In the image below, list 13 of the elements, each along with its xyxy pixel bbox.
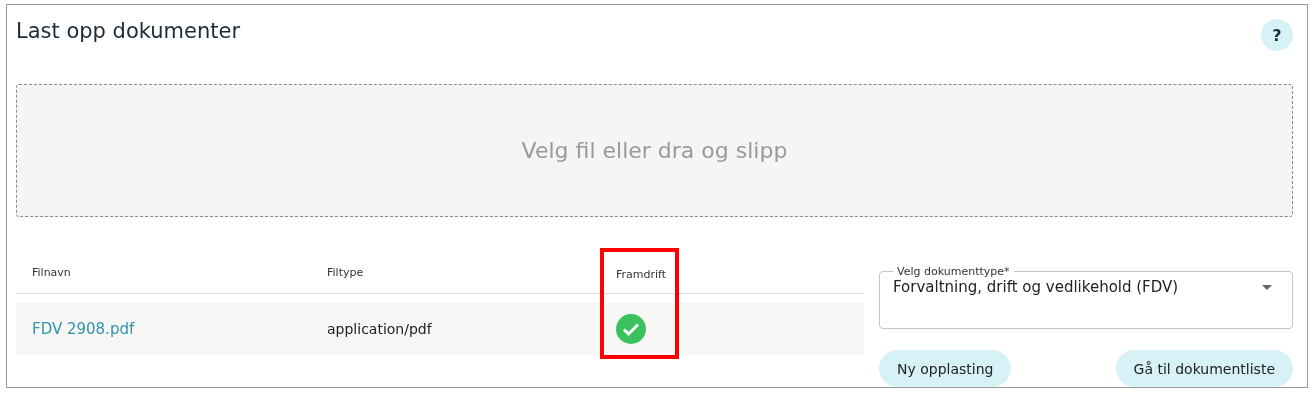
select-value: Forvaltning, drift og vedlikehold (FDV) bbox=[893, 278, 1179, 296]
document-type-select[interactable]: Velg dokumenttype* Forvaltning, drift og vedlikehold (FDV) bbox=[879, 265, 1293, 329]
select-label: Velg dokumenttype* bbox=[896, 265, 1011, 278]
column-header: Filnavn bbox=[32, 265, 71, 279]
dropdown-caret-icon bbox=[1262, 284, 1272, 290]
action-button[interactable]: Gå til dokumentliste bbox=[1115, 350, 1293, 387]
column-header: Framdrift bbox=[616, 267, 667, 281]
column-header: Filtype bbox=[327, 265, 364, 279]
action-button[interactable]: Ny opplasting bbox=[879, 350, 1012, 387]
drop-zone-label: Velg fil eller dra og slipp bbox=[521, 137, 788, 163]
help-button[interactable]: ? bbox=[1261, 19, 1293, 51]
page-title: Last opp dokumenter bbox=[16, 19, 241, 43]
table-cell: application/pdf bbox=[327, 321, 432, 337]
